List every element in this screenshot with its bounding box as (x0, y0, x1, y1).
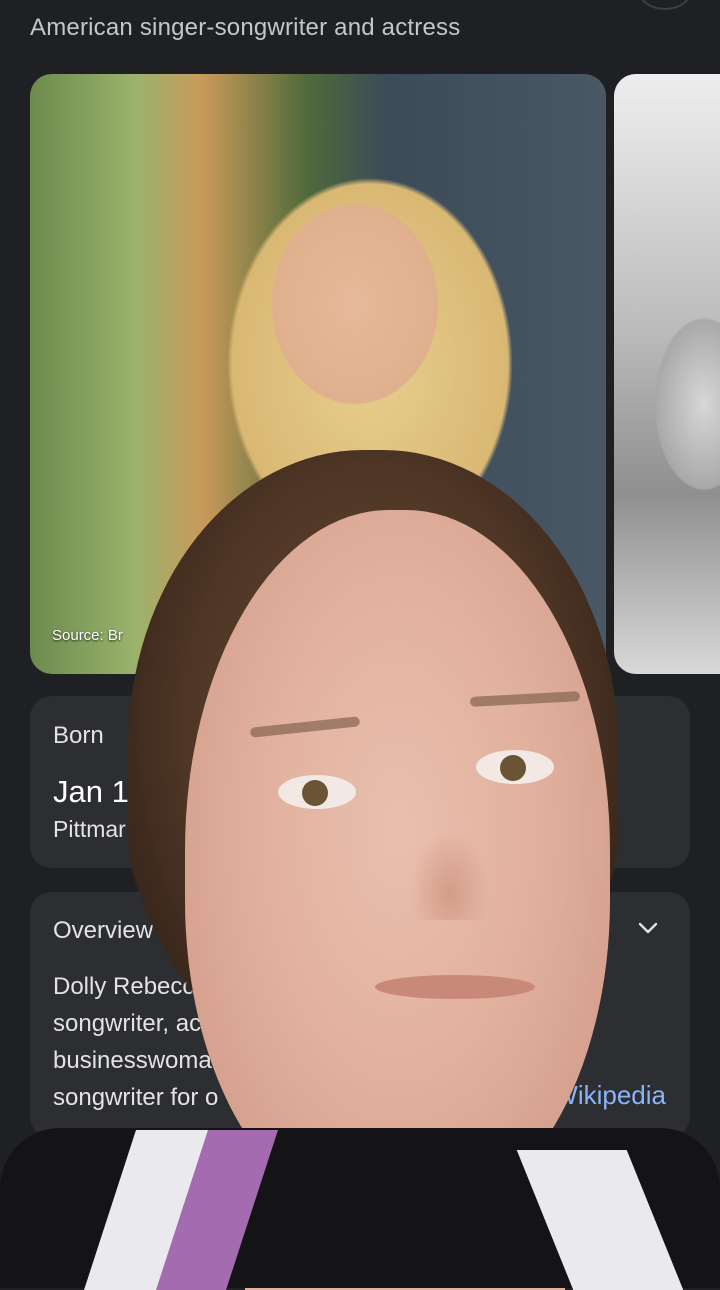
entity-photo-second[interactable] (614, 74, 720, 674)
person-strap-right (516, 1150, 684, 1290)
person-strap-left (84, 1130, 266, 1290)
chevron-down-icon[interactable] (636, 916, 660, 940)
overview-line: songwriter, actre (53, 1010, 230, 1037)
overview-card[interactable]: Overview Dolly Rebecca songwriter, actre… (30, 892, 690, 1138)
born-title: Born (53, 722, 104, 749)
person-strap-left-inner (156, 1130, 278, 1290)
born-card[interactable]: Born Jan 1 Pittmar (30, 696, 690, 868)
entity-photo-main[interactable]: Source: Br (30, 74, 606, 674)
person-shirt (0, 1128, 720, 1288)
born-date: Jan 1 (53, 774, 129, 809)
entity-subtitle: American singer-songwriter and actress (30, 14, 461, 41)
overview-title: Overview (53, 917, 154, 944)
overview-line: businesswoman. a (53, 1047, 252, 1074)
born-place: Pittmar (53, 816, 126, 842)
overview-line: Dolly Rebecca (53, 973, 208, 1000)
top-avatar-ring[interactable] (638, 0, 692, 10)
wikipedia-link[interactable]: Wikipedia (553, 1080, 666, 1111)
image-source-label: Source: Br (52, 627, 123, 644)
